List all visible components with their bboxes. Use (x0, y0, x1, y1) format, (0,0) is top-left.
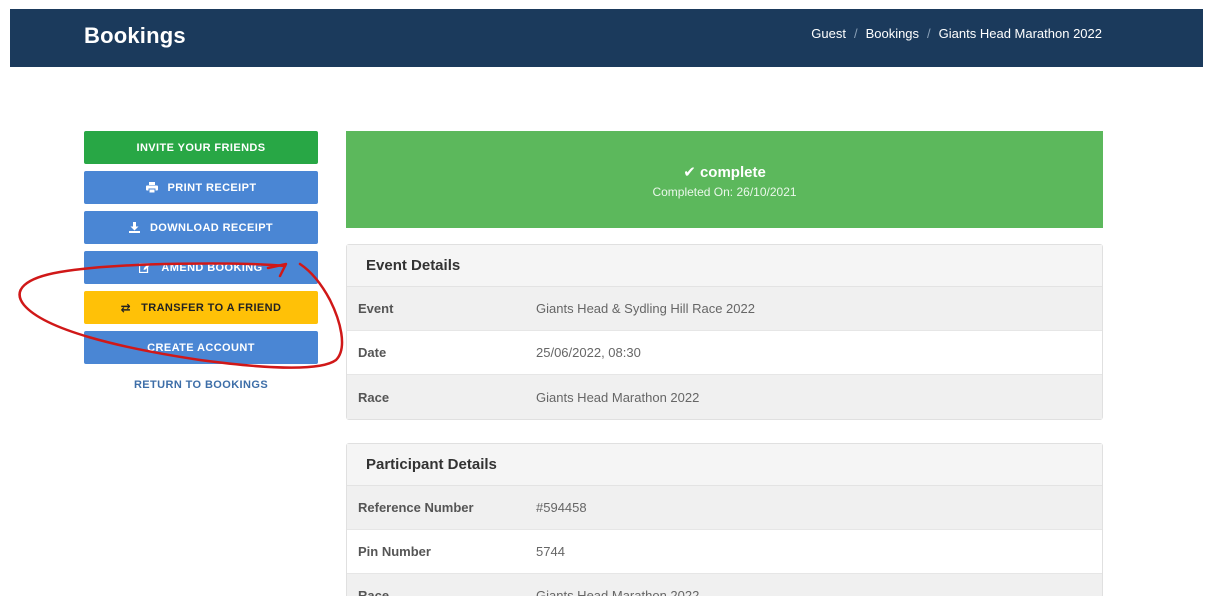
completed-on-text: Completed On: 26/10/2021 (652, 185, 797, 199)
amend-booking-button[interactable]: AMEND BOOKING (84, 251, 318, 284)
amend-booking-label: AMEND BOOKING (161, 261, 263, 274)
row-value: 5744 (536, 544, 565, 559)
row-label: Reference Number (358, 500, 474, 515)
event-details-heading: Event Details (347, 245, 1102, 287)
participant-details-heading: Participant Details (347, 444, 1102, 486)
breadcrumb-current: Giants Head Marathon 2022 (938, 26, 1102, 41)
invite-friends-label: INVITE YOUR FRIENDS (136, 141, 266, 154)
status-text: complete (699, 164, 766, 181)
table-row: Event Giants Head & Sydling Hill Race 20… (347, 287, 1102, 331)
event-details-rows: Event Giants Head & Sydling Hill Race 20… (347, 287, 1102, 419)
row-value: Giants Head Marathon 2022 (536, 588, 700, 596)
table-row: Race Giants Head Marathon 2022 (347, 375, 1102, 419)
sidebar-actions: INVITE YOUR FRIENDS PRINT RECEIPT DOWNLO… (84, 131, 318, 391)
status-banner: ✔ complete Completed On: 26/10/2021 (346, 131, 1103, 228)
row-label: Race (358, 389, 390, 405)
breadcrumb-separator: / (853, 26, 858, 41)
create-account-button[interactable]: CREATE ACCOUNT (84, 331, 318, 364)
participant-details-rows: Reference Number #594458 Pin Number 5744… (347, 486, 1102, 596)
download-receipt-label: DOWNLOAD RECEIPT (149, 221, 274, 234)
transfer-to-friend-button[interactable]: ⇄ TRANSFER TO A FRIEND (84, 291, 318, 324)
create-account-label: CREATE ACCOUNT (147, 341, 255, 354)
status-title: ✔ complete (346, 163, 1103, 181)
row-value: 25/06/2022, 08:30 (536, 345, 641, 360)
invite-friends-button[interactable]: INVITE YOUR FRIENDS (84, 131, 318, 164)
breadcrumb-guest[interactable]: Guest (811, 26, 846, 41)
participant-details-panel: Participant Details Reference Number #59… (346, 443, 1103, 596)
breadcrumb-bookings[interactable]: Bookings (866, 26, 919, 41)
check-icon: ✔ (683, 164, 696, 181)
edit-icon (139, 262, 151, 273)
row-label: Race (358, 588, 390, 596)
transfer-icon: ⇄ (120, 300, 132, 315)
print-receipt-button[interactable]: PRINT RECEIPT (84, 171, 318, 204)
print-receipt-label: PRINT RECEIPT (167, 181, 257, 194)
download-icon (128, 222, 140, 233)
event-details-panel: Event Details Event Giants Head & Sydlin… (346, 244, 1103, 420)
breadcrumb: Guest / Bookings / Giants Head Marathon … (811, 26, 1102, 41)
row-value: #594458 (536, 500, 587, 515)
table-row: Race Giants Head Marathon 2022 (347, 574, 1102, 596)
transfer-to-friend-label: TRANSFER TO A FRIEND (141, 301, 282, 314)
row-label: Date (358, 345, 387, 360)
breadcrumb-separator: / (927, 26, 931, 41)
row-value: Giants Head & Sydling Hill Race 2022 (536, 301, 755, 316)
table-row: Pin Number 5744 (347, 530, 1102, 574)
printer-icon (145, 182, 158, 193)
row-value: Giants Head Marathon 2022 (536, 389, 700, 405)
table-row: Date 25/06/2022, 08:30 (347, 331, 1102, 375)
row-label: Pin Number (358, 544, 431, 559)
top-navbar: Bookings Guest / Bookings / Giants Head … (10, 9, 1203, 67)
return-to-bookings-link[interactable]: RETURN TO BOOKINGS (84, 379, 318, 391)
page-title: Bookings (84, 23, 186, 48)
row-label: Event (358, 301, 394, 316)
download-receipt-button[interactable]: DOWNLOAD RECEIPT (84, 211, 318, 244)
booking-details: ✔ complete Completed On: 26/10/2021 Even… (346, 131, 1103, 596)
table-row: Reference Number #594458 (347, 486, 1102, 530)
